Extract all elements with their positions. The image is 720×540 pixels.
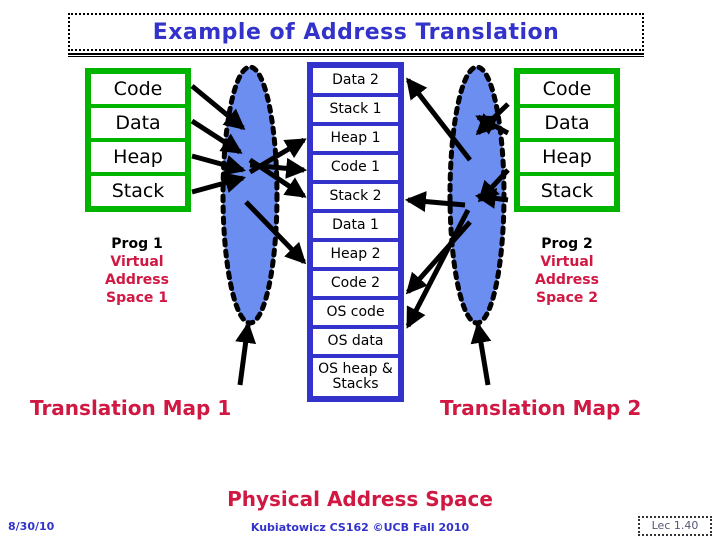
vas-2-line-3: Space 2	[536, 290, 598, 306]
physical-row-stack-2: Stack 2	[313, 184, 398, 209]
footer-attribution: Kubiatowicz CS162 ©UCB Fall 2010	[250, 521, 470, 534]
segment-code-1: Code	[91, 74, 185, 104]
arrow-map2-to-code2	[405, 208, 471, 329]
physical-address-space-box: Data 2 Stack 1 Heap 1 Code 1 Stack 2 Dat…	[307, 62, 404, 402]
arrow-map1-to-code1	[248, 157, 307, 199]
prog-2-label: Prog 2	[541, 236, 593, 252]
arrow-map1-to-heap1	[249, 157, 308, 179]
arrow-code1-to-map1	[190, 84, 246, 131]
arrow-map1-to-data1	[244, 200, 307, 265]
physical-row-os-data: OS data	[313, 329, 398, 354]
translation-map-1-ellipse	[220, 64, 280, 326]
translation-map-1-label: Translation Map 1	[30, 396, 232, 420]
physical-row-data-1: Data 1	[313, 213, 398, 238]
slide-canvas: Example of Address Translation Code Data…	[0, 0, 720, 540]
vas-2-line-1: Virtual	[540, 254, 594, 270]
segment-stack-2: Stack	[520, 176, 614, 206]
segment-data-1: Data	[91, 108, 185, 138]
prog-1-label: Prog 1	[111, 236, 163, 252]
vas-2-line-2: Address	[535, 272, 599, 288]
vas-1-line-1: Virtual	[110, 254, 164, 270]
arrow-map2-to-heap2	[405, 220, 472, 295]
physical-row-heap-2: Heap 2	[313, 242, 398, 267]
vas-1-line-3: Space 1	[106, 290, 168, 306]
arrow-tmap2-label-to-ellipse	[470, 321, 492, 386]
arrow-data2-to-map2	[475, 114, 510, 136]
physical-row-stack-1: Stack 1	[313, 97, 398, 122]
page-title: Example of Address Translation	[152, 19, 560, 45]
arrow-heap2-to-map2	[477, 168, 510, 203]
segment-code-2: Code	[520, 74, 614, 104]
arrow-heap1-to-map1	[191, 153, 247, 176]
arrow-code2-to-map2	[475, 102, 510, 136]
physical-address-space-caption: Physical Address Space	[227, 487, 493, 511]
footer-lecture-number: Lec 1.40	[638, 516, 712, 536]
physical-row-heap-1: Heap 1	[313, 126, 398, 151]
arrow-tmap1-label-to-ellipse	[235, 321, 257, 386]
segment-heap-2: Heap	[520, 142, 614, 172]
arrow-data1-to-map1	[190, 118, 243, 155]
arrow-map2-to-stack2	[404, 191, 466, 213]
arrow-stack1-to-map1	[191, 172, 247, 195]
segment-data-2: Data	[520, 108, 614, 138]
physical-row-code-1: Code 1	[313, 155, 398, 180]
arrow-map2-to-data2	[406, 77, 472, 162]
arrow-map1-to-stack1	[248, 137, 307, 175]
segment-heap-1: Heap	[91, 142, 185, 172]
title-divider	[68, 53, 644, 57]
segment-stack-1: Stack	[91, 176, 185, 206]
vas-1-line-2: Address	[105, 272, 169, 288]
arrow-stack2-to-map2	[474, 187, 509, 209]
virtual-address-space-1-box: Code Data Heap Stack	[85, 68, 191, 212]
virtual-address-space-2-label: Prog 2 Virtual Address Space 2	[492, 235, 642, 307]
physical-row-code-2: Code 2	[313, 271, 398, 296]
virtual-address-space-2-box: Code Data Heap Stack	[514, 68, 620, 212]
physical-row-os-heap-stacks: OS heap & Stacks	[313, 358, 398, 396]
physical-row-os-code: OS code	[313, 300, 398, 325]
physical-row-data-2: Data 2	[313, 68, 398, 93]
slide-title-box: Example of Address Translation	[68, 13, 644, 51]
virtual-address-space-1-label: Prog 1 Virtual Address Space 1	[62, 235, 212, 307]
translation-map-2-label: Translation Map 2	[440, 396, 642, 420]
